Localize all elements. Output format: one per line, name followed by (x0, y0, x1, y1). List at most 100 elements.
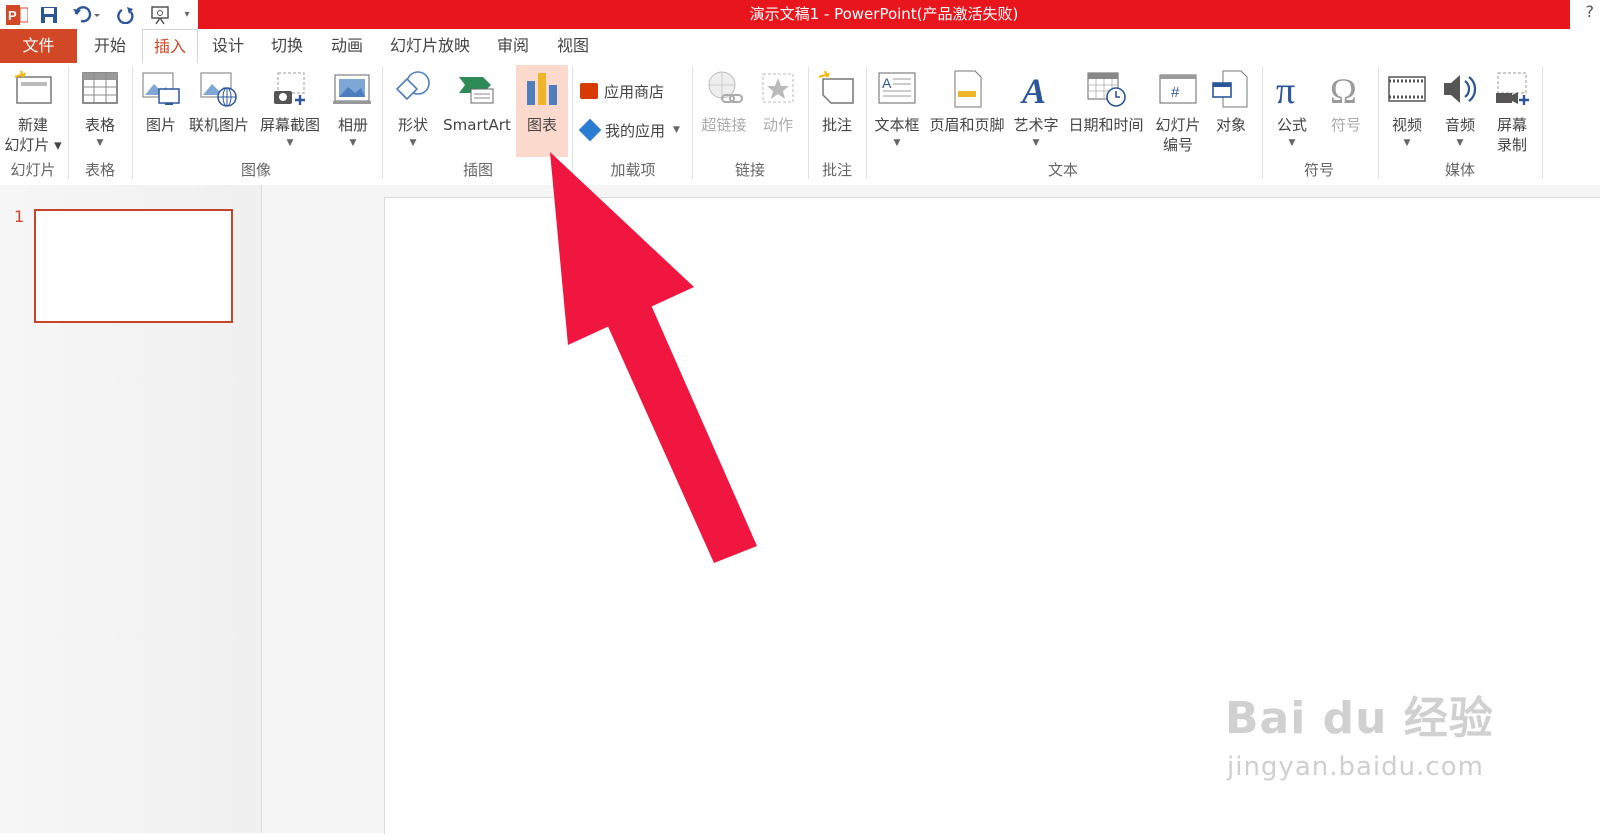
undo-icon[interactable] (70, 3, 104, 26)
table-button[interactable]: 表格 ▼ (72, 65, 128, 157)
symbol-label: 符号 (1330, 116, 1361, 134)
slide-number-label: 幻灯片 (1155, 116, 1201, 134)
tab-review[interactable]: 审阅 (484, 29, 542, 63)
svg-text:A: A (882, 75, 892, 91)
my-apps-dropdown-icon: ▼ (673, 125, 680, 135)
header-footer-button[interactable]: 页眉和页脚 (926, 65, 1008, 157)
audio-button[interactable]: 音频 ▼ (1434, 65, 1486, 157)
separator (132, 67, 133, 179)
datetime-label: 日期和时间 (1068, 116, 1144, 134)
new-slide-icon (11, 69, 55, 113)
dropdown-arrow-icon: ▼ (1456, 138, 1464, 148)
album-button[interactable]: 相册 ▼ (328, 65, 378, 157)
video-button[interactable]: 视频 ▼ (1382, 65, 1432, 157)
my-apps-button[interactable]: 我的应用 ▼ (578, 116, 680, 144)
chart-label: 图表 (526, 116, 557, 134)
online-picture-label: 联机图片 (188, 116, 249, 134)
new-slide-label-2: 幻灯片 ▾ (4, 136, 62, 154)
separator (692, 67, 693, 179)
omega-icon: Ω (1326, 69, 1366, 113)
svg-text:A: A (1020, 71, 1046, 109)
tab-design[interactable]: 设计 (200, 29, 256, 63)
separator (382, 67, 383, 179)
smartart-icon (455, 69, 499, 113)
dropdown-arrow-icon: ▼ (1032, 138, 1040, 148)
wordart-button[interactable]: A 艺术字 ▼ (1010, 65, 1062, 157)
shapes-button[interactable]: 形状 ▼ (388, 65, 438, 157)
tab-animations[interactable]: 动画 (318, 29, 376, 63)
new-slide-button[interactable]: 新建 幻灯片 ▾ (2, 65, 64, 157)
my-apps-icon (578, 118, 602, 142)
datetime-button[interactable]: 日期和时间 (1064, 65, 1148, 157)
svg-text:π: π (1276, 70, 1295, 109)
save-icon[interactable] (38, 3, 60, 26)
textbox-label: 文本框 (874, 116, 920, 134)
hyperlink-button[interactable]: 超链接 (696, 65, 752, 157)
svg-text:Ω: Ω (1330, 71, 1357, 109)
smartart-label: SmartArt (443, 116, 511, 134)
action-star-icon (758, 69, 798, 113)
online-picture-button[interactable]: 联机图片 (186, 65, 252, 157)
slide-thumbnail[interactable] (34, 209, 233, 323)
my-apps-label: 我的应用 (605, 121, 666, 140)
header-footer-label: 页眉和页脚 (929, 116, 1005, 134)
group-images-label: 图像 (240, 161, 271, 179)
equation-button[interactable]: π 公式 ▼ (1266, 65, 1318, 157)
group-media-label: 媒体 (1444, 161, 1475, 179)
picture-button[interactable]: 图片 (136, 65, 186, 157)
chart-button[interactable]: 图表 (516, 65, 568, 157)
screenshot-icon (268, 69, 312, 113)
slide-thumbnail-pane: 1 (0, 185, 262, 833)
hyperlink-label: 超链接 (701, 116, 747, 134)
title-bar: P ▾ 演示文稿1 - PowerPoint(产品激活失败) ? (0, 0, 1600, 29)
watermark-url: jingyan.baidu.com (1227, 752, 1484, 782)
group-addins-label: 加载项 (610, 161, 656, 179)
tab-file[interactable]: 文件 (0, 29, 77, 63)
separator (68, 67, 69, 179)
tab-view[interactable]: 视图 (544, 29, 602, 63)
screen-record-label: 屏幕 (1496, 116, 1527, 134)
app-store-label: 应用商店 (604, 82, 665, 101)
tab-insert[interactable]: 插入 (142, 29, 198, 64)
screen-record-button[interactable]: 屏幕 录制 (1486, 65, 1538, 157)
picture-icon (139, 69, 183, 113)
datetime-icon (1084, 69, 1128, 113)
separator (1378, 67, 1379, 179)
redo-icon[interactable] (114, 3, 138, 26)
smartart-button[interactable]: SmartArt (440, 65, 514, 157)
symbol-button[interactable]: Ω 符号 (1320, 65, 1372, 157)
slide-number-label-2: 编号 (1162, 136, 1193, 154)
slide-number-button[interactable]: # 幻灯片 编号 (1150, 65, 1206, 157)
wordart-label: 艺术字 (1013, 116, 1059, 134)
ribbon-tabs: 文件 开始 插入 设计 切换 动画 幻灯片放映 审阅 视图 (0, 29, 1600, 64)
tab-transitions[interactable]: 切换 (258, 29, 316, 63)
help-button[interactable]: ? (1586, 2, 1595, 21)
video-label: 视频 (1391, 116, 1422, 134)
comment-button[interactable]: 批注 (812, 65, 862, 157)
group-illustrations-label: 插图 (462, 161, 493, 179)
screenshot-button[interactable]: 屏幕截图 ▼ (254, 65, 326, 157)
object-button[interactable]: 对象 (1206, 65, 1256, 157)
ribbon-insert: 新建 幻灯片 ▾ 幻灯片 表格 ▼ 表格 图片 联机图片 屏幕截图 ▼ 相册 ▼… (0, 63, 1600, 186)
tab-home[interactable]: 开始 (80, 29, 140, 63)
textbox-icon: A (875, 69, 919, 113)
customize-qat-icon[interactable]: ▾ (180, 3, 194, 26)
shapes-icon (391, 69, 435, 113)
separator (1542, 67, 1543, 179)
wordart-icon: A (1016, 69, 1056, 113)
picture-label: 图片 (145, 116, 176, 134)
dropdown-arrow-icon: ▼ (1288, 138, 1296, 148)
action-button[interactable]: 动作 (752, 65, 804, 157)
powerpoint-logo-icon: P (5, 3, 29, 26)
textbox-button[interactable]: A 文本框 ▼ (870, 65, 924, 157)
slide-number-icon: # (1156, 69, 1200, 113)
tab-slideshow[interactable]: 幻灯片放映 (380, 29, 480, 63)
start-slideshow-icon[interactable] (148, 3, 174, 26)
object-icon (1209, 69, 1253, 113)
app-store-button[interactable]: 应用商店 (580, 77, 664, 105)
object-label: 对象 (1215, 116, 1246, 134)
dropdown-arrow-icon: ▼ (349, 138, 357, 148)
album-label: 相册 (337, 116, 368, 134)
chart-icon (522, 69, 562, 113)
svg-text:#: # (1171, 84, 1180, 101)
